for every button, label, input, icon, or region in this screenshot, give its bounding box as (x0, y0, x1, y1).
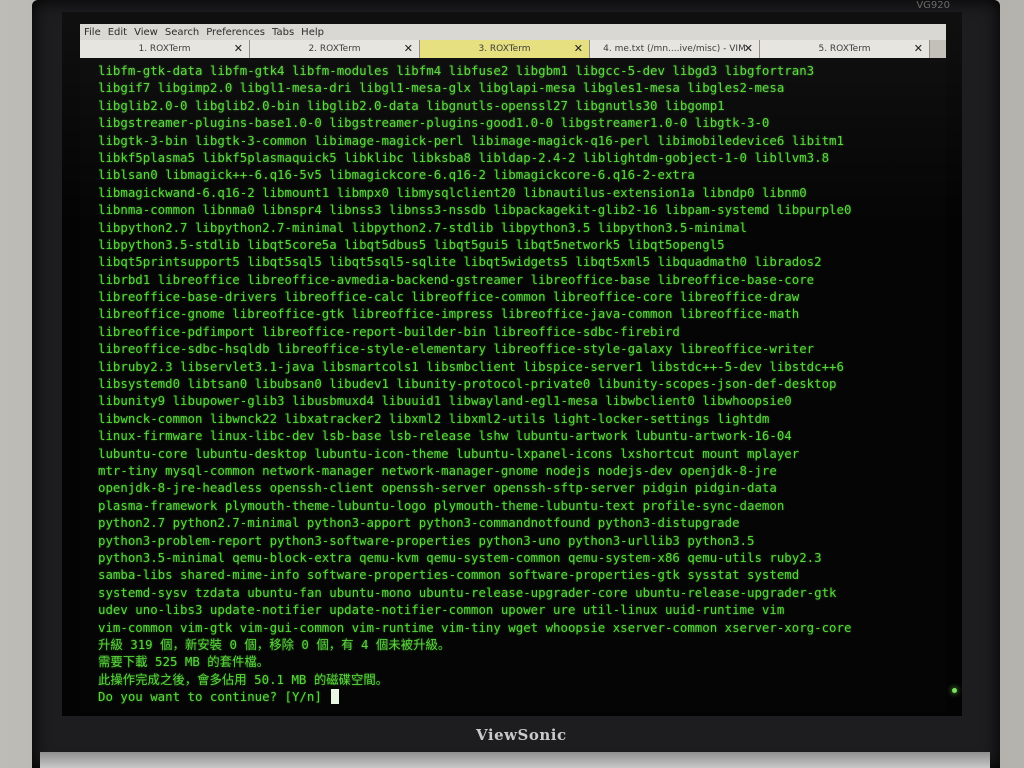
tab-bar: 1. ROXTerm ✕ 2. ROXTerm ✕ 3. ROXTerm ✕ 4… (80, 40, 946, 58)
tab-label: 2. ROXTerm (308, 44, 361, 54)
terminal-line: lubuntu-core lubuntu-desktop lubuntu-ico… (98, 445, 800, 461)
terminal-line: libsystemd0 libtsan0 libubsan0 libudev1 … (98, 376, 837, 392)
tab-4[interactable]: 4. me.txt (/mn....ive/misc) - VIM ✕ (590, 40, 760, 58)
close-icon[interactable]: ✕ (914, 40, 923, 58)
menu-preferences[interactable]: Preferences (206, 27, 265, 38)
terminal-line: libgtk-3-bin libgtk-3-common libimage-ma… (98, 132, 844, 148)
roxterm-window: File Edit View Search Preferences Tabs H… (80, 24, 946, 712)
terminal-output[interactable]: libfm-gtk-data libfm-gtk4 libfm-modules … (98, 62, 946, 710)
tab-label: 4. me.txt (/mn....ive/misc) - VIM (603, 44, 746, 54)
terminal-line: libreoffice-pdfimport libreoffice-report… (98, 323, 680, 339)
menu-search[interactable]: Search (165, 27, 199, 38)
terminal-line: libqt5printsupport5 libqt5sql5 libqt5sql… (98, 254, 822, 270)
menu-help[interactable]: Help (301, 27, 324, 38)
prompt-text: Do you want to continue? [Y/n] (98, 689, 330, 705)
terminal-line: libunity9 libupower-glib3 libusbmuxd4 li… (98, 393, 792, 409)
terminal-line: libpython3.5-stdlib libqt5core5a libqt5d… (98, 236, 725, 252)
terminal-line: libkf5plasma5 libkf5plasmaquick5 libklib… (98, 149, 830, 165)
terminal-line: libgif7 libgimp2.0 libgl1-mesa-dri libgl… (98, 80, 785, 96)
terminal-line: 升級 319 個，新安裝 0 個，移除 0 個，有 4 個未被升級。 (98, 636, 451, 652)
monitor-stand (40, 752, 990, 768)
menu-tabs[interactable]: Tabs (272, 27, 294, 38)
terminal-line: 需要下載 525 MB 的套件檔。 (98, 654, 270, 670)
tab-1[interactable]: 1. ROXTerm ✕ (80, 40, 250, 58)
terminal-line: libreoffice-sdbc-hsqldb libreoffice-styl… (98, 341, 815, 357)
tab-5[interactable]: 5. ROXTerm ✕ (760, 40, 930, 58)
terminal-line: libglib2.0-0 libglib2.0-bin libglib2.0-d… (98, 97, 725, 113)
terminal-line: liblsan0 libmagick++-6.q16-5v5 libmagick… (98, 167, 695, 183)
terminal-line: python3-problem-report python3-software-… (98, 532, 755, 548)
terminal-line: vim-common vim-gtk vim-gui-common vim-ru… (98, 619, 852, 635)
tab-2[interactable]: 2. ROXTerm ✕ (250, 40, 420, 58)
terminal-line: samba-libs shared-mime-info software-pro… (98, 567, 800, 583)
terminal-line: libreoffice-gnome libreoffice-gtk libreo… (98, 306, 800, 322)
power-led-icon (952, 688, 957, 693)
tab-label: 3. ROXTerm (478, 44, 531, 54)
close-icon[interactable]: ✕ (744, 40, 753, 58)
menu-file[interactable]: File (84, 27, 101, 38)
close-icon[interactable]: ✕ (574, 40, 583, 58)
terminal-line: libpython2.7 libpython2.7-minimal libpyt… (98, 219, 748, 235)
terminal-line: libfm-gtk-data libfm-gtk4 libfm-modules … (98, 63, 815, 78)
tab-3-active[interactable]: 3. ROXTerm ✕ (420, 40, 590, 58)
terminal-line: python2.7 python2.7-minimal python3-appo… (98, 515, 740, 531)
terminal-line: linux-firmware linux-libc-dev lsb-base l… (98, 428, 792, 444)
terminal-line: librbd1 libreoffice libreoffice-avmedia-… (98, 271, 815, 287)
menubar: File Edit View Search Preferences Tabs H… (80, 24, 946, 40)
close-icon[interactable]: ✕ (404, 40, 413, 58)
terminal-line: libnma-common libnma0 libnspr4 libnss3 l… (98, 202, 852, 218)
close-icon[interactable]: ✕ (234, 40, 243, 58)
terminal-line: libgstreamer-plugins-base1.0-0 libgstrea… (98, 115, 770, 131)
terminal-line: systemd-sysv tzdata ubuntu-fan ubuntu-mo… (98, 584, 837, 600)
menu-edit[interactable]: Edit (108, 27, 127, 38)
text-cursor-icon (331, 689, 340, 705)
terminal-line: libruby2.3 libservlet3.1-java libsmartco… (98, 358, 844, 374)
terminal-line: 此操作完成之後，會多佔用 50.1 MB 的磁碟空間。 (98, 671, 389, 687)
tab-label: 1. ROXTerm (138, 44, 191, 54)
terminal-line: python3.5-minimal qemu-block-extra qemu-… (98, 549, 822, 565)
menu-view[interactable]: View (134, 27, 158, 38)
terminal-line: libmagickwand-6.q16-2 libmount1 libmpx0 … (98, 184, 807, 200)
terminal-prompt[interactable]: Do you want to continue? [Y/n] (98, 688, 946, 705)
monitor-brand-logo: ViewSonic (476, 726, 567, 744)
terminal-line: libreoffice-base-drivers libreoffice-cal… (98, 289, 800, 305)
terminal-line: plasma-framework plymouth-theme-lubuntu-… (98, 497, 785, 513)
monitor-model-label: VG920 (916, 0, 950, 11)
terminal-line: mtr-tiny mysql-common network-manager ne… (98, 462, 777, 478)
tab-label: 5. ROXTerm (818, 44, 871, 54)
terminal-line: udev uno-libs3 update-notifier update-no… (98, 602, 785, 618)
terminal-line: libwnck-common libwnck22 libxatracker2 l… (98, 410, 770, 426)
terminal-line: openjdk-8-jre-headless openssh-client op… (98, 480, 777, 496)
